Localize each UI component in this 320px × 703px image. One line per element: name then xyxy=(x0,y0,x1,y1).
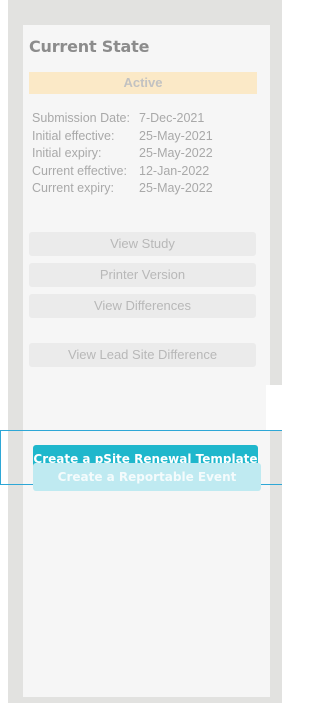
detail-label: Initial expiry: xyxy=(32,146,102,161)
panel-edge-gap xyxy=(266,385,282,431)
create-reportable-event-button: Create a Reportable Event xyxy=(33,463,261,491)
detail-label: Current expiry: xyxy=(32,181,114,196)
view-lead-site-difference-button[interactable]: View Lead Site Difference xyxy=(29,343,256,367)
detail-value: 7-Dec-2021 xyxy=(139,111,205,125)
detail-label: Initial effective: xyxy=(32,128,115,143)
status-badge: Active xyxy=(29,72,257,94)
state-details: Submission Date: 7-Dec-2021 Initial effe… xyxy=(32,110,213,198)
detail-row-initial-expiry: Initial expiry: 25-May-2022 xyxy=(32,145,213,163)
printer-version-button[interactable]: Printer Version xyxy=(29,263,256,287)
detail-row-submission-date: Submission Date: 7-Dec-2021 xyxy=(32,110,213,128)
detail-label: Submission Date: xyxy=(32,111,130,125)
view-study-button[interactable]: View Study xyxy=(29,232,256,256)
detail-row-initial-effective: Initial effective: 25-May-2021 xyxy=(32,128,213,146)
detail-row-current-effective: Current effective: 12-Jan-2022 xyxy=(32,163,213,181)
view-differences-button[interactable]: View Differences xyxy=(29,294,256,318)
detail-value: 25-May-2021 xyxy=(139,128,213,143)
detail-value: 25-May-2022 xyxy=(139,146,213,161)
detail-value: 25-May-2022 xyxy=(139,181,213,196)
detail-label: Current effective: xyxy=(32,163,127,178)
detail-row-current-expiry: Current expiry: 25-May-2022 xyxy=(32,180,213,198)
panel-title: Current State xyxy=(29,37,150,56)
detail-value: 12-Jan-2022 xyxy=(139,163,210,178)
